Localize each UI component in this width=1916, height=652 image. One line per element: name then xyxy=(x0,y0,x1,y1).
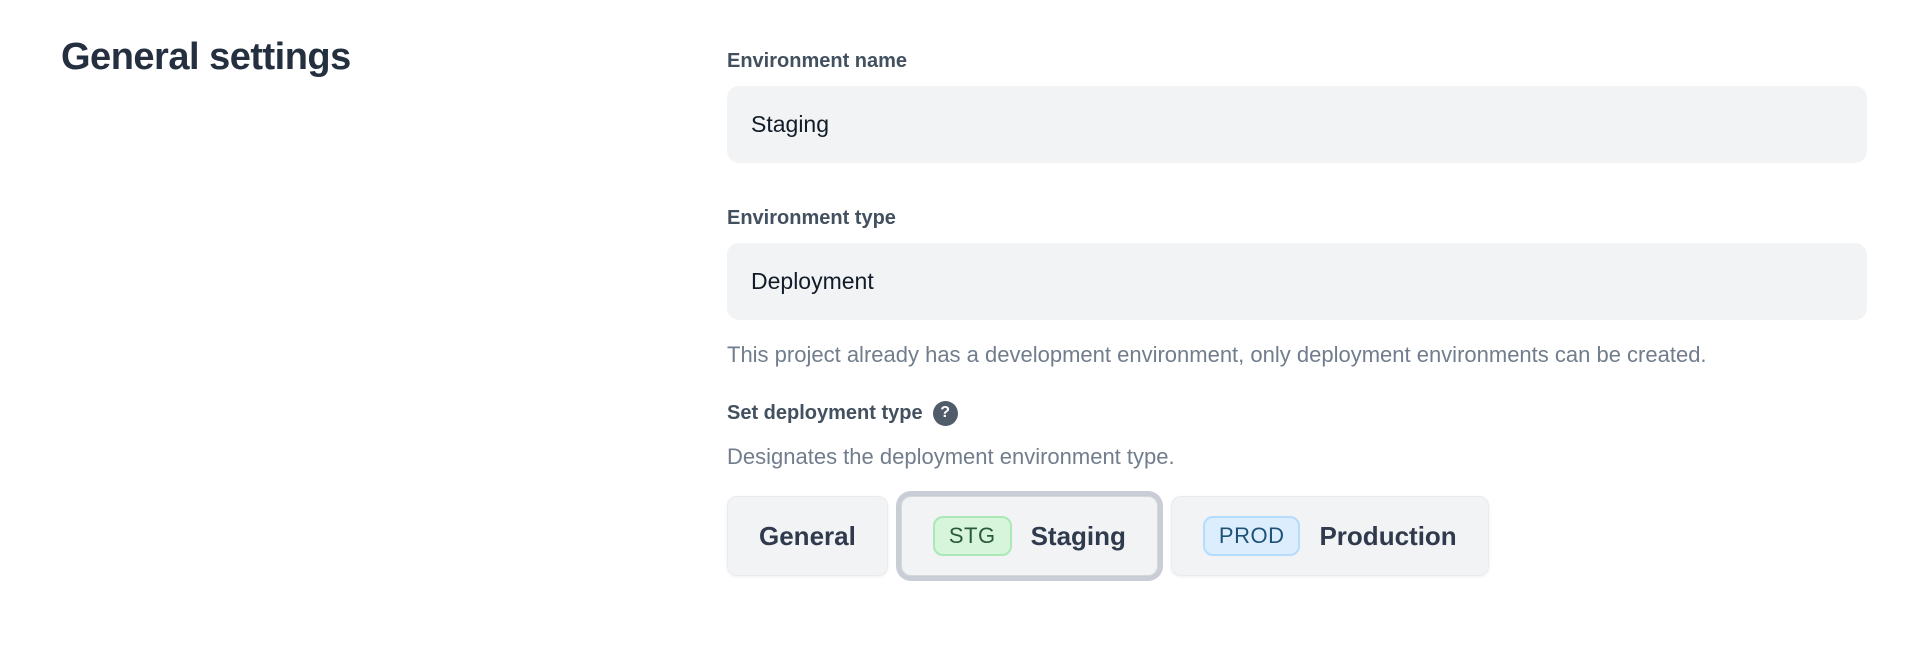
deployment-type-options: General STG Staging PROD Production xyxy=(727,496,1867,576)
prod-badge: PROD xyxy=(1203,516,1301,556)
environment-type-label: Environment type xyxy=(727,205,1867,231)
question-mark-icon[interactable]: ? xyxy=(933,401,958,426)
general-settings-page: General settings Environment name Enviro… xyxy=(0,0,1916,652)
deployment-type-option-staging[interactable]: STG Staging xyxy=(901,496,1158,576)
settings-form: Environment name Environment type This p… xyxy=(727,48,1867,576)
environment-name-input[interactable] xyxy=(727,86,1867,163)
option-general-label: General xyxy=(759,521,856,552)
option-staging-label: Staging xyxy=(1031,521,1126,552)
stg-badge: STG xyxy=(933,516,1012,556)
option-production-label: Production xyxy=(1319,521,1456,552)
environment-type-helper-text: This project already has a development e… xyxy=(727,335,1737,375)
deployment-type-option-production[interactable]: PROD Production xyxy=(1171,496,1489,576)
set-deployment-type-label: Set deployment type xyxy=(727,400,923,426)
environment-name-label: Environment name xyxy=(727,48,1867,74)
deployment-type-option-general[interactable]: General xyxy=(727,496,888,576)
deployment-type-description: Designates the deployment environment ty… xyxy=(727,442,1867,472)
page-title: General settings xyxy=(61,36,351,79)
set-deployment-type-row: Set deployment type ? xyxy=(727,400,1867,426)
environment-type-input[interactable] xyxy=(727,243,1867,320)
